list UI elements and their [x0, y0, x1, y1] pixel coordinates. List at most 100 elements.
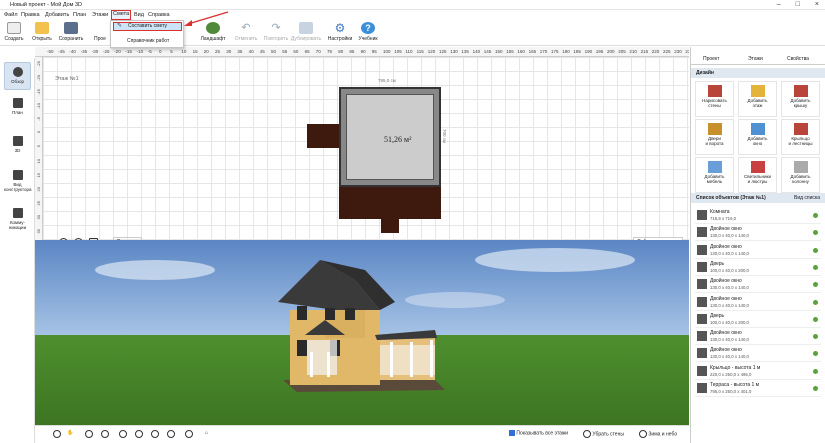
object-size: 130,0 x 40,0 x 140,0 — [710, 302, 749, 308]
visibility-dot-icon[interactable] — [813, 299, 818, 305]
3d-view[interactable] — [35, 240, 689, 425]
communications-icon — [12, 208, 23, 218]
view-plan-button[interactable]: План — [4, 98, 31, 115]
menu-edit[interactable]: Правка — [21, 12, 40, 18]
tab-floors[interactable]: Этажи — [748, 56, 763, 62]
redo-button[interactable]: ↷ Повторить — [262, 22, 290, 42]
ruler-tick-label: 180 — [562, 49, 570, 54]
bottom-bar: ✋ ⌂ Показывать все этажи Убрать стены Зи… — [35, 425, 689, 443]
plan-view[interactable]: -50 -45 -40 -35 -30 -25 -20 -15 -10 -5 0 5 10 15 20 25 3… — [35, 47, 689, 247]
room-area: 51,26 м² — [384, 135, 412, 144]
zoom-out-3d-icon[interactable] — [53, 430, 61, 438]
menu-help[interactable]: Справка — [148, 12, 170, 18]
list-view-toggle[interactable]: Вид списка — [794, 193, 820, 203]
ruler-tick-label: -5 — [36, 117, 41, 121]
visibility-dot-icon[interactable] — [813, 316, 818, 322]
dimension-right: 700 см — [442, 129, 447, 144]
object-list-item[interactable]: Дверь 100,0 x 40,0 x 200,0 — [695, 259, 821, 276]
object-name: Двойное окно — [710, 226, 742, 233]
object-list-item[interactable]: Двойное окно 130,0 x 40,0 x 140,0 — [695, 328, 821, 346]
object-list-item[interactable]: Двойное окно 130,0 x 40,0 x 140,0 — [695, 294, 821, 311]
door-icon — [707, 123, 722, 135]
visibility-dot-icon[interactable] — [813, 351, 818, 357]
close-icon[interactable]: × — [815, 1, 819, 8]
dropdown-item-work-catalog[interactable]: Справочник работ — [127, 38, 169, 44]
visibility-dot-icon[interactable] — [813, 386, 818, 391]
hand-icon[interactable]: ✋ — [67, 430, 73, 436]
object-name: Двойное окно — [710, 347, 742, 354]
add-roof-button[interactable]: Добавить крышу — [781, 81, 820, 117]
lamp-icon[interactable] — [185, 430, 193, 438]
lamps-button[interactable]: Светильники и люстры — [738, 157, 777, 193]
menu-view[interactable]: Вид — [134, 12, 144, 18]
project-button[interactable]: Прое — [90, 22, 110, 42]
porch-stairs-button[interactable]: Крыльцо и лестницы — [781, 119, 820, 155]
add-column-button[interactable]: Добавить колонну — [781, 157, 820, 193]
zoom-in-icon[interactable] — [101, 430, 109, 438]
view-constructor-button[interactable]: Вид конструктора — [4, 170, 32, 192]
object-list-item[interactable]: Двойное окно 130,0 x 40,0 x 140,0 — [695, 276, 821, 294]
terrace[interactable] — [339, 187, 441, 219]
object-size: 795,0 x 250,0 x 401,0 — [710, 389, 752, 394]
remove-walls-button[interactable]: Убрать стены — [583, 430, 624, 438]
floppy-icon — [64, 22, 78, 34]
maximize-icon[interactable]: □ — [796, 1, 800, 8]
camera-right-icon[interactable] — [167, 430, 175, 438]
tab-project[interactable]: Проект — [703, 56, 719, 62]
visibility-dot-icon[interactable] — [813, 264, 818, 270]
menu-add[interactable]: Добавить — [45, 12, 69, 18]
winter-sky-button[interactable]: Зима и небо — [639, 430, 677, 438]
visibility-dot-icon[interactable] — [813, 282, 818, 288]
visibility-dot-icon[interactable] — [813, 247, 818, 253]
object-list-item[interactable]: Двойное окно 130,0 x 40,0 x 140,0 — [695, 224, 821, 242]
visibility-dot-icon[interactable] — [813, 334, 818, 340]
menu-file[interactable]: Файл — [4, 12, 18, 18]
ruler-tick-label: -10 — [36, 103, 41, 109]
ruler-tick-label: 185 — [573, 49, 581, 54]
right-panel: Проект Этажи Свойства Дизайн Нарисовать … — [690, 47, 825, 443]
object-list-item[interactable]: Терраса - высота 1 м 795,0 x 250,0 x 401,… — [695, 380, 821, 397]
design-header: Дизайн — [691, 68, 825, 78]
open-button[interactable]: Открыть — [28, 22, 56, 42]
menu-floors[interactable]: Этажи — [92, 12, 108, 18]
zoom-out-icon[interactable] — [85, 430, 93, 438]
undo-button[interactable]: ↶ Отменить — [232, 22, 260, 42]
visibility-dot-icon[interactable] — [813, 213, 818, 218]
visibility-dot-icon[interactable] — [813, 230, 818, 236]
add-floor-button[interactable]: Добавить этаж — [738, 81, 777, 117]
room[interactable]: 51,26 м² — [339, 87, 441, 187]
home-icon[interactable]: ⌂ — [205, 430, 208, 436]
ruler-tick-label: 60 — [293, 49, 299, 54]
create-button[interactable]: Создать — [0, 22, 28, 42]
object-list-item[interactable]: Дверь 100,0 x 40,0 x 200,0 — [695, 311, 821, 328]
settings-button[interactable]: ⚙ Настройки — [326, 22, 354, 42]
tutorial-button[interactable]: ? Учебник — [354, 22, 382, 42]
tab-properties[interactable]: Свойства — [787, 56, 809, 62]
add-furniture-button[interactable]: Добавить мебель — [695, 157, 734, 193]
menu-estimate[interactable]: Смета — [111, 10, 132, 20]
dropdown-item-make-estimate[interactable]: ✎ Составить смету — [113, 22, 182, 31]
view-overview-button[interactable]: Обзор — [4, 62, 31, 90]
doors-gates-button[interactable]: Двери и ворота — [695, 119, 734, 155]
camera-left-icon[interactable] — [151, 430, 159, 438]
object-list-item[interactable]: Двойное окно 130,0 x 40,0 x 140,0 — [695, 345, 821, 363]
add-window-button[interactable]: Добавить окно — [738, 119, 777, 155]
draw-walls-button[interactable]: Нарисовать стены — [695, 81, 734, 117]
visibility-dot-icon[interactable] — [813, 368, 818, 374]
object-list-item[interactable]: Крыльцо - высота 1 м 220,0 x 250,0 x 495,… — [695, 363, 821, 380]
porch[interactable] — [307, 124, 339, 148]
terrace-step[interactable] — [381, 219, 399, 233]
rotate-icon[interactable] — [119, 430, 127, 438]
menu-plan[interactable]: План — [73, 12, 86, 18]
walk-icon[interactable] — [135, 430, 143, 438]
view-3d-button[interactable]: 3D — [4, 136, 31, 153]
ruler-tick-label: -10 — [136, 49, 144, 54]
object-list-item[interactable]: Комната 715,9 x 716,0 — [695, 207, 821, 224]
duplicate-button[interactable]: Дублировать — [290, 22, 322, 42]
view-communications-button[interactable]: Комму- никации — [4, 208, 31, 230]
minimize-icon[interactable]: – — [777, 1, 781, 8]
object-list-item[interactable]: Двойное окно 130,0 x 40,0 x 140,0 — [695, 242, 821, 259]
ruler-tick-label: 20 — [36, 187, 41, 192]
save-button[interactable]: Сохранить — [57, 22, 85, 42]
show-all-floors-checkbox[interactable]: Показывать все этажи — [509, 430, 568, 436]
